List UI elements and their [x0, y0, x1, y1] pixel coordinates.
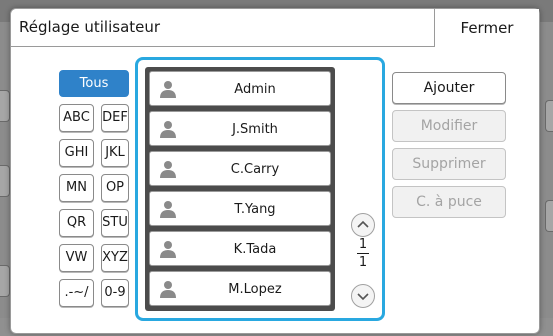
dialog-titlebar: Réglage utilisateur Fermer	[11, 9, 539, 47]
chevron-down-icon	[357, 293, 369, 301]
user-name: C.Carry	[230, 162, 280, 177]
page-current: 1	[358, 237, 368, 252]
filter-stu-button[interactable]: STU	[101, 209, 129, 237]
filter-op-button[interactable]: OP	[101, 174, 129, 202]
page-divider	[357, 253, 369, 254]
modify-button[interactable]: Modifier	[392, 110, 506, 142]
filter-digits-button[interactable]: 0-9	[101, 279, 129, 307]
user-item-jsmith[interactable]: J.Smith	[149, 111, 331, 146]
filter-abc-button[interactable]: ABC	[59, 104, 94, 132]
filter-jkl-button[interactable]: JKL	[101, 139, 129, 167]
user-name: K.Tada	[233, 242, 277, 257]
ic-card-button[interactable]: C. à puce	[392, 186, 506, 218]
background-tab	[0, 265, 10, 297]
dialog-title: Réglage utilisateur	[19, 18, 161, 36]
filter-mn-button[interactable]: MN	[59, 174, 94, 202]
filter-vw-button[interactable]: VW	[59, 244, 94, 272]
page-total: 1	[358, 255, 368, 270]
filter-qr-button[interactable]: QR	[59, 209, 94, 237]
user-name: T.Yang	[234, 202, 276, 217]
background-tab	[545, 200, 553, 232]
user-list-frame: Admin J.Smith C.Carry T.Yang K.Tada M.Lo…	[135, 57, 385, 321]
user-item-ccarry[interactable]: C.Carry	[149, 151, 331, 186]
background-tab	[0, 90, 10, 122]
scroll-up-button[interactable]	[351, 213, 375, 237]
user-icon	[160, 121, 176, 138]
user-name: M.Lopez	[228, 282, 282, 297]
user-item-ktada[interactable]: K.Tada	[149, 231, 331, 266]
user-icon	[160, 201, 176, 218]
user-icon	[160, 161, 176, 178]
user-item-tyang[interactable]: T.Yang	[149, 191, 331, 226]
user-icon	[160, 281, 176, 298]
filter-all-button[interactable]: Tous	[59, 70, 129, 97]
user-name: Admin	[234, 82, 276, 97]
delete-button[interactable]: Supprimer	[392, 148, 506, 180]
page-indicator: 1 1	[351, 237, 375, 270]
user-icon	[160, 81, 176, 98]
filter-xyz-button[interactable]: XYZ	[101, 244, 129, 272]
user-name: J.Smith	[232, 122, 278, 137]
user-list: Admin J.Smith C.Carry T.Yang K.Tada M.Lo…	[145, 67, 335, 311]
background-tab	[545, 100, 553, 132]
close-button[interactable]: Fermer	[434, 9, 539, 47]
filter-def-button[interactable]: DEF	[101, 104, 129, 132]
add-button[interactable]: Ajouter	[392, 72, 506, 104]
user-item-admin[interactable]: Admin	[149, 71, 331, 106]
user-icon	[160, 241, 176, 258]
filter-symbols-button[interactable]: .-~/	[59, 279, 94, 307]
filter-ghi-button[interactable]: GHI	[59, 139, 94, 167]
user-settings-dialog: Réglage utilisateur Fermer Tous ABC DEF …	[10, 8, 540, 334]
user-item-mlopez[interactable]: M.Lopez	[149, 271, 331, 306]
scroll-down-button[interactable]	[351, 284, 375, 308]
background-tab	[0, 165, 10, 197]
chevron-up-icon	[357, 220, 369, 228]
